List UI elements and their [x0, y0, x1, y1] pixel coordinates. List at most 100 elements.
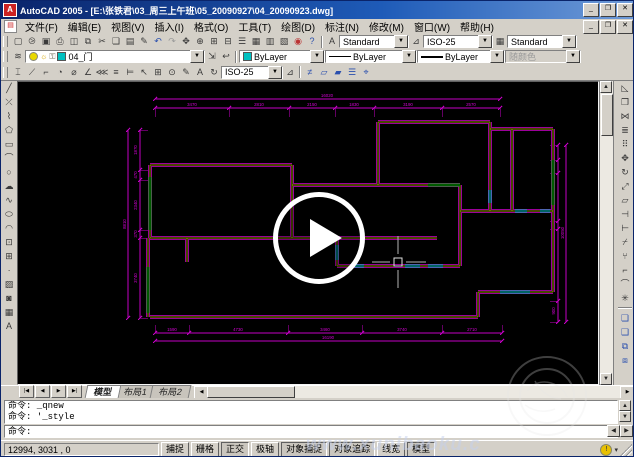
dim-style-icon[interactable]: ⊿: [283, 66, 297, 79]
scale-icon[interactable]: ⤢: [618, 179, 632, 193]
tab-next-button[interactable]: ▶: [51, 385, 66, 398]
publish-icon[interactable]: ⧉: [81, 35, 95, 48]
mass-properties-icon[interactable]: ▰: [331, 66, 345, 79]
mirror-icon[interactable]: ⋈: [618, 109, 632, 123]
ortho-toggle[interactable]: 正交: [221, 442, 249, 457]
move-icon[interactable]: ✥: [618, 151, 632, 165]
text-style-combo[interactable]: Standard ▼: [339, 35, 409, 48]
send-under-icon[interactable]: ⧈: [618, 353, 632, 367]
table-icon[interactable]: ▦: [2, 305, 16, 319]
color-combo[interactable]: ByLayer ▼: [239, 50, 325, 63]
match-properties-icon[interactable]: ✎: [137, 35, 151, 48]
toolbar-grip[interactable]: [3, 36, 8, 47]
chevron-down-icon[interactable]: ▼: [478, 35, 492, 48]
trim-icon[interactable]: ⊣: [618, 207, 632, 221]
table-style-icon[interactable]: ▦: [493, 35, 507, 48]
bring-above-icon[interactable]: ⧉: [618, 339, 632, 353]
menu-file[interactable]: 文件(F): [20, 18, 63, 35]
otrack-toggle[interactable]: 对象追踪: [329, 442, 375, 457]
polygon-icon[interactable]: ⬠: [2, 123, 16, 137]
table-style-combo[interactable]: Standard ▼: [507, 35, 577, 48]
tab-prev-button[interactable]: ◀: [35, 385, 50, 398]
zoom-previous-icon[interactable]: ⊟: [221, 35, 235, 48]
model-toggle[interactable]: 模型: [407, 442, 435, 457]
restore-button[interactable]: ❐: [600, 3, 616, 17]
layer-previous-icon[interactable]: ↩: [219, 50, 233, 63]
menu-format[interactable]: 格式(O): [189, 18, 233, 35]
hatch-icon[interactable]: ▨: [2, 277, 16, 291]
chevron-down-icon[interactable]: ▼: [268, 66, 282, 79]
dim-linear-icon[interactable]: ⌶: [11, 66, 25, 79]
polar-toggle[interactable]: 极轴: [251, 442, 279, 457]
lineweight-combo[interactable]: ByLayer ▼: [417, 50, 505, 63]
command-prompt[interactable]: 命令:: [4, 425, 618, 438]
chevron-down-icon[interactable]: ▼: [402, 50, 416, 63]
menu-modify[interactable]: 修改(M): [364, 18, 409, 35]
insert-block-icon[interactable]: ⊡: [2, 235, 16, 249]
vertical-scroll-thumb[interactable]: [601, 94, 613, 136]
list-icon[interactable]: ☰: [345, 66, 359, 79]
copy-clip-icon[interactable]: ❏: [109, 35, 123, 48]
tab-model[interactable]: 模型: [85, 385, 122, 398]
properties-icon[interactable]: ☰: [235, 35, 249, 48]
dim-update-icon[interactable]: ↻: [207, 66, 221, 79]
dim-center-mark-icon[interactable]: ⊙: [165, 66, 179, 79]
ellipse-arc-icon[interactable]: ◠: [2, 221, 16, 235]
snap-toggle[interactable]: 捕捉: [161, 442, 189, 457]
polyline-icon[interactable]: ⌇: [2, 109, 16, 123]
chevron-down-icon[interactable]: ▼: [562, 35, 576, 48]
tool-palettes-icon[interactable]: ▥: [263, 35, 277, 48]
area-icon[interactable]: ▱: [317, 66, 331, 79]
region-icon[interactable]: ◙: [2, 291, 16, 305]
dim-quick-icon[interactable]: ⋘: [95, 66, 109, 79]
scroll-down-icon[interactable]: ▼: [600, 373, 612, 385]
fillet-icon[interactable]: ⌒: [618, 277, 632, 291]
scroll-up-icon[interactable]: ▲: [619, 400, 631, 411]
menu-insert[interactable]: 插入(I): [149, 18, 188, 35]
ellipse-icon[interactable]: ⬭: [2, 207, 16, 221]
linetype-combo[interactable]: ByLayer ▼: [325, 50, 417, 63]
dim-style-toolbar-icon[interactable]: ⊿: [409, 35, 423, 48]
rotate-icon[interactable]: ↻: [618, 165, 632, 179]
distance-icon[interactable]: ≠: [303, 66, 317, 79]
line-icon[interactable]: ╱: [2, 81, 16, 95]
scroll-up-icon[interactable]: ▲: [600, 81, 612, 93]
array-icon[interactable]: ⠿: [618, 137, 632, 151]
osnap-toggle[interactable]: 对象捕捉: [281, 442, 327, 457]
offset-icon[interactable]: ≣: [618, 123, 632, 137]
tray-arrow-icon[interactable]: ▾: [614, 446, 618, 454]
grid-toggle[interactable]: 栅格: [191, 442, 219, 457]
copy-icon[interactable]: ❐: [618, 95, 632, 109]
menu-dimension[interactable]: 标注(N): [320, 18, 364, 35]
vertical-scrollbar[interactable]: ▲ ▼: [599, 81, 613, 385]
dim-style-current-combo[interactable]: ISO-25 ▼: [221, 66, 283, 79]
extend-icon[interactable]: ⊢: [618, 221, 632, 235]
dim-aligned-icon[interactable]: ⟋: [25, 66, 39, 79]
communication-center-icon[interactable]: !: [600, 444, 612, 456]
doc-minimize-button[interactable]: _: [583, 20, 599, 34]
scroll-right-icon[interactable]: ▶: [620, 425, 633, 437]
dim-edit-icon[interactable]: ✎: [179, 66, 193, 79]
chevron-down-icon[interactable]: ▼: [190, 50, 204, 63]
toolbar-grip[interactable]: [3, 67, 8, 78]
designcenter-icon[interactable]: ▦: [249, 35, 263, 48]
drawing-canvas[interactable]: 16020 3470 2810 2150 1830 3190 2570 1870…: [17, 81, 599, 385]
horizontal-scrollbar[interactable]: ◀ ▶: [194, 386, 634, 398]
point-icon[interactable]: ∙: [2, 263, 16, 277]
rectangle-icon[interactable]: ▭: [2, 137, 16, 151]
break-icon[interactable]: ⑂: [618, 249, 632, 263]
menu-tools[interactable]: 工具(T): [233, 18, 276, 35]
scroll-down-icon[interactable]: ▼: [619, 411, 631, 422]
resize-grip[interactable]: [620, 444, 632, 456]
tab-layout2[interactable]: 布局2: [150, 385, 192, 398]
circle-icon[interactable]: ○: [2, 165, 16, 179]
minimize-button[interactable]: _: [583, 3, 599, 17]
lineweight-toggle[interactable]: 线宽: [377, 442, 405, 457]
doc-restore-button[interactable]: ❐: [600, 20, 616, 34]
pan-icon[interactable]: ✥: [179, 35, 193, 48]
dim-text-edit-icon[interactable]: A: [193, 66, 207, 79]
open-icon[interactable]: ⧁: [25, 35, 39, 48]
make-layer-current-icon[interactable]: ⇲: [205, 50, 219, 63]
send-to-back-icon[interactable]: ❑: [618, 325, 632, 339]
make-block-icon[interactable]: ⊞: [2, 249, 16, 263]
